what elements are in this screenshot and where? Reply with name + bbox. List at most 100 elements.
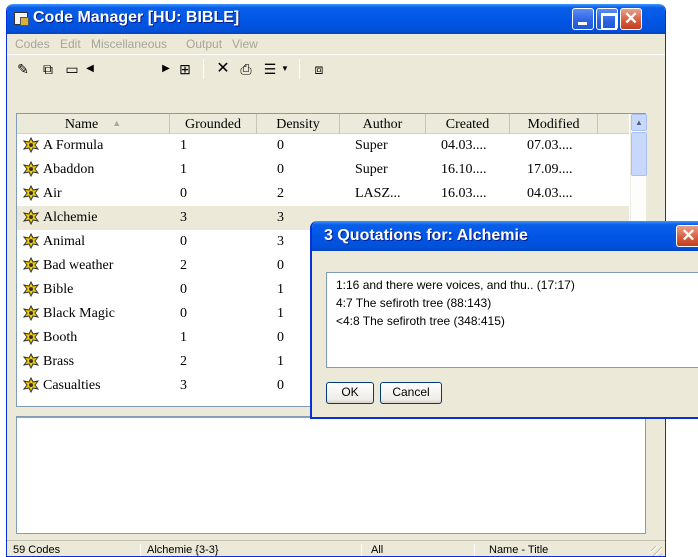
status-divider bbox=[140, 544, 141, 556]
column-header-density[interactable]: Density bbox=[257, 114, 340, 134]
dropdown-icon[interactable]: ▼ bbox=[279, 60, 291, 78]
quotation-item[interactable]: 1:16 and there were voices, and thu.. (1… bbox=[336, 278, 575, 292]
list-view-icon[interactable]: ☰ bbox=[261, 60, 279, 78]
cell-name: Bible bbox=[43, 282, 74, 297]
column-header-name[interactable]: Name ▲ bbox=[17, 114, 170, 134]
cell-grounded: 1 bbox=[180, 330, 187, 345]
close-button[interactable]: ✕ bbox=[620, 8, 642, 30]
status-selection: Alchemie {3-3} bbox=[147, 544, 219, 556]
cell-name: Air bbox=[43, 186, 62, 201]
status-divider bbox=[361, 544, 362, 556]
cell-author: Super bbox=[355, 138, 388, 153]
status-code-count: 59 Codes bbox=[13, 544, 61, 556]
code-icon bbox=[22, 352, 40, 370]
minimize-button[interactable] bbox=[572, 8, 594, 30]
arrow-left-icon[interactable]: ◀ bbox=[83, 60, 97, 78]
arrow-right-icon[interactable]: ▶ bbox=[159, 60, 173, 78]
table-row[interactable]: Abaddon 1 0 Super 16.10.... 17.09.... bbox=[17, 158, 629, 182]
cell-name: Bad weather bbox=[43, 258, 114, 273]
cell-name: Alchemie bbox=[43, 210, 98, 225]
popup-close-button[interactable]: ✕ bbox=[676, 225, 698, 247]
column-header-created[interactable]: Created bbox=[426, 114, 510, 134]
menu-output[interactable]: Output bbox=[186, 37, 222, 51]
merge-icon[interactable]: ⧉ bbox=[38, 60, 58, 78]
cell-modified: 07.03.... bbox=[527, 138, 573, 153]
print-icon[interactable]: ⎙ bbox=[236, 60, 256, 78]
cancel-button[interactable]: Cancel bbox=[380, 382, 442, 404]
cell-grounded: 3 bbox=[180, 210, 187, 225]
cell-name: Abaddon bbox=[43, 162, 95, 177]
code-icon bbox=[22, 376, 40, 394]
table-row[interactable]: A Formula 1 0 Super 04.03.... 07.03.... bbox=[17, 134, 629, 158]
cell-density: 0 bbox=[277, 162, 284, 177]
export-icon[interactable]: ⧈ bbox=[309, 60, 329, 78]
cell-created: 16.03.... bbox=[441, 186, 487, 201]
quotation-item[interactable]: 4:7 The sefiroth tree (88:143) bbox=[336, 296, 491, 310]
window-icon[interactable]: ▭ bbox=[62, 60, 82, 78]
table-row[interactable]: Air 0 2 LASZ... 16.03.... 04.03.... bbox=[17, 182, 629, 206]
status-filter: All bbox=[371, 544, 384, 556]
menu-codes[interactable]: Codes bbox=[15, 37, 50, 51]
quotations-popup: 3 Quotations for: Alchemie ✕ 1:16 and th… bbox=[310, 221, 698, 419]
code-icon bbox=[22, 256, 40, 274]
delete-icon[interactable]: ✕ bbox=[213, 60, 233, 78]
title-bar[interactable]: Code Manager [HU: BIBLE] ✕ bbox=[7, 4, 665, 34]
new-code-icon[interactable]: ✎ bbox=[13, 60, 33, 78]
scroll-thumb[interactable] bbox=[631, 132, 647, 176]
menu-edit[interactable]: Edit bbox=[60, 37, 81, 51]
toolbar-separator bbox=[299, 59, 300, 79]
app-icon bbox=[14, 12, 29, 26]
cell-author: Super bbox=[355, 162, 388, 177]
code-icon bbox=[22, 160, 40, 178]
cell-created: 04.03.... bbox=[441, 138, 487, 153]
cell-name: Booth bbox=[43, 330, 78, 345]
status-sort: Name - Title bbox=[489, 544, 549, 556]
scroll-up-icon[interactable]: ▲ bbox=[631, 114, 647, 131]
cell-grounded: 0 bbox=[180, 306, 187, 321]
cell-density: 0 bbox=[277, 138, 284, 153]
cell-author: LASZ... bbox=[355, 186, 401, 201]
cell-name: Black Magic bbox=[43, 306, 115, 321]
cell-grounded: 1 bbox=[180, 138, 187, 153]
cell-grounded: 0 bbox=[180, 186, 187, 201]
column-header-modified[interactable]: Modified bbox=[510, 114, 598, 134]
popup-title-bar[interactable]: 3 Quotations for: Alchemie ✕ bbox=[312, 221, 698, 251]
quotation-item[interactable]: <4:8 The sefiroth tree (348:415) bbox=[336, 314, 505, 328]
sort-ascending-icon: ▲ bbox=[112, 118, 122, 128]
cell-density: 2 bbox=[277, 186, 284, 201]
maximize-button[interactable] bbox=[596, 8, 618, 30]
cell-modified: 04.03.... bbox=[527, 186, 573, 201]
code-icon bbox=[22, 304, 40, 322]
close-icon: ✕ bbox=[623, 9, 639, 28]
cell-name: Animal bbox=[43, 234, 85, 249]
cell-grounded: 3 bbox=[180, 378, 187, 393]
close-icon: ✕ bbox=[681, 226, 696, 245]
cell-name: Brass bbox=[43, 354, 75, 369]
network-icon[interactable]: ⊞ bbox=[175, 60, 195, 78]
window-title: Code Manager [HU: BIBLE] bbox=[33, 9, 240, 26]
status-divider bbox=[474, 544, 475, 556]
code-icon bbox=[22, 232, 40, 250]
cell-grounded: 2 bbox=[180, 258, 187, 273]
cell-grounded: 2 bbox=[180, 354, 187, 369]
column-header-author[interactable]: Author bbox=[340, 114, 426, 134]
comment-pane[interactable] bbox=[16, 416, 646, 534]
code-icon bbox=[22, 136, 40, 154]
menu-miscellaneous[interactable]: Miscellaneous bbox=[91, 37, 167, 51]
cell-name: Casualties bbox=[43, 378, 101, 393]
menu-view[interactable]: View bbox=[232, 37, 258, 51]
cell-created: 16.10.... bbox=[441, 162, 487, 177]
popup-title: 3 Quotations for: Alchemie bbox=[324, 227, 528, 244]
cell-name: A Formula bbox=[43, 138, 104, 153]
cell-modified: 17.09.... bbox=[527, 162, 573, 177]
cell-grounded: 1 bbox=[180, 162, 187, 177]
toolbar-separator bbox=[203, 59, 204, 79]
menu-bar: Codes Edit Miscellaneous Output View bbox=[7, 34, 665, 53]
ok-button[interactable]: OK bbox=[326, 382, 374, 404]
column-header-grounded[interactable]: Grounded bbox=[170, 114, 257, 134]
resize-grip-icon[interactable] bbox=[651, 546, 662, 556]
toolbar: ✎ ⧉ ▭ ◀ ▶ ⊞ ✕ ⎙ ☰ ▼ ⧈ bbox=[7, 54, 665, 82]
cell-grounded: 0 bbox=[180, 234, 187, 249]
quotation-list[interactable]: 1:16 and there were voices, and thu.. (1… bbox=[326, 272, 698, 368]
code-icon bbox=[22, 184, 40, 202]
